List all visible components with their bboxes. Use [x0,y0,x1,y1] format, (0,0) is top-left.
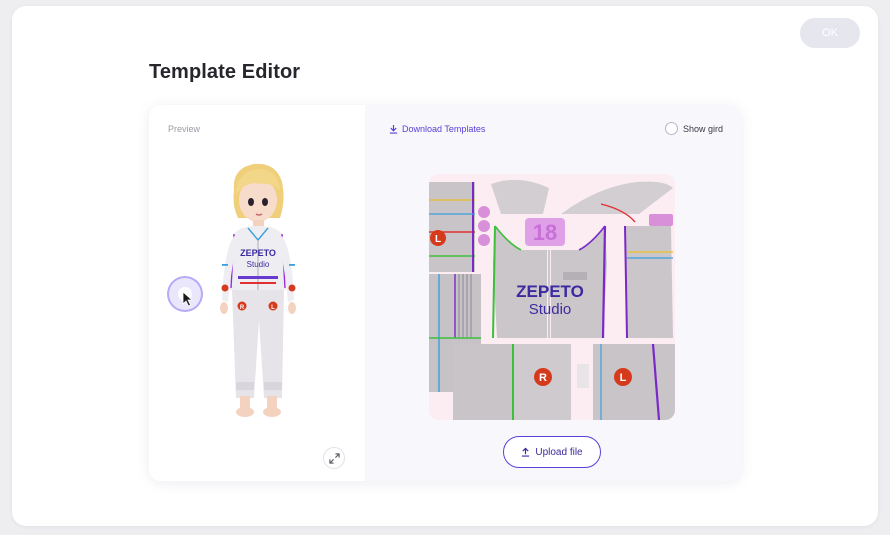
texture-number: 18 [533,220,557,245]
upload-icon [522,447,530,457]
upload-file-label: Upload file [535,446,583,458]
show-grid-radio[interactable] [664,122,678,135]
uv-template-image: 18 ZEPETO Studio R L L [429,174,675,420]
download-templates-link[interactable]: Download Templates [389,124,485,134]
ok-button[interactable]: OK [800,18,860,48]
avatar-figure: ZEPETO Studio R L [220,163,296,417]
editor-card: Preview ZEPETO Studio R L Download Templ… [149,105,741,481]
texture-badge-l: L [620,372,627,384]
download-templates-label: Download Templates [402,124,486,134]
avatar-logo-line2: Studio [247,260,270,269]
preview-pane: Preview ZEPETO Studio R L [149,105,365,481]
show-grid-toggle[interactable]: Show gird [664,122,723,135]
texture-logo-line2: Studio [529,301,572,318]
uv-texture-map: 18 ZEPETO Studio R L L [429,174,675,420]
mouse-pointer-icon [182,291,194,307]
texture-badge-r: R [539,372,547,384]
show-grid-label: Show gird [682,123,723,134]
template-pane: Download Templates Show gird 18 ZEPETO S… [365,105,741,481]
preview-label: Preview [168,124,201,134]
texture-badge-l-upper: L [435,234,441,245]
page-title: Template Editor [149,61,301,83]
editor-window: OK Template Editor Preview ZEPETO Studio… [12,6,878,526]
download-icon [389,124,398,134]
avatar-badge-r: R [240,305,245,311]
avatar-badge-l: L [271,305,275,311]
texture-logo-line1: ZEPETO [516,282,584,301]
avatar-preview[interactable]: ZEPETO Studio R L [204,160,314,435]
expand-icon [328,452,340,464]
avatar-logo-line1: ZEPETO [240,248,276,258]
fullscreen-button[interactable] [323,447,345,469]
upload-file-button[interactable]: Upload file [503,436,601,468]
